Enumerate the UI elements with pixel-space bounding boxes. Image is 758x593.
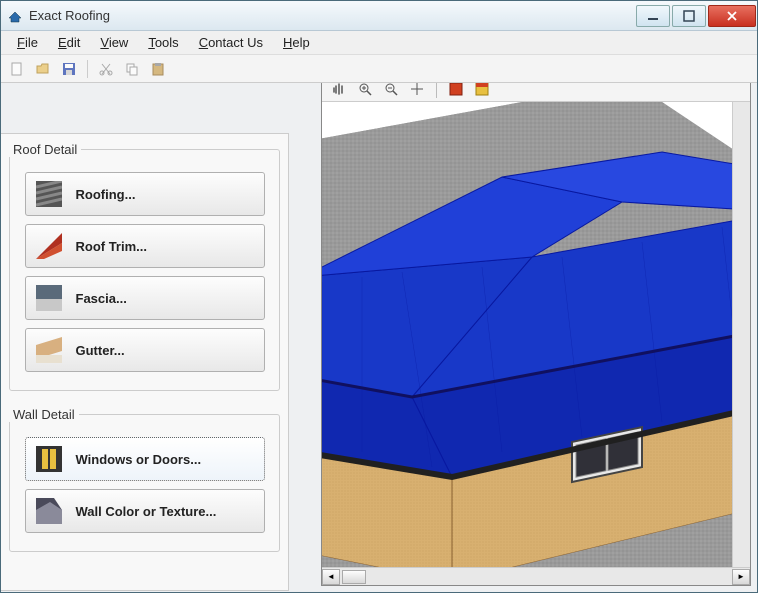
scrollbar-vertical[interactable] <box>732 102 750 567</box>
viewport-panel: ◄ ► <box>321 83 751 586</box>
gutter-label: Gutter... <box>76 343 125 358</box>
main-toolbar <box>1 55 757 83</box>
save-icon[interactable] <box>59 59 79 79</box>
roof-trim-icon <box>36 233 62 259</box>
roof-detail-legend: Roof Detail <box>9 142 81 157</box>
window-title: Exact Roofing <box>29 8 635 23</box>
gutter-icon <box>36 337 62 363</box>
pan-icon[interactable] <box>328 83 350 99</box>
menu-view[interactable]: View <box>92 33 136 52</box>
wall-color-label: Wall Color or Texture... <box>76 504 217 519</box>
copy-icon[interactable] <box>122 59 142 79</box>
view-mode-b-icon[interactable] <box>471 83 493 99</box>
open-icon[interactable] <box>33 59 53 79</box>
scroll-thumb[interactable] <box>342 570 366 584</box>
toolbar-separator <box>87 60 88 78</box>
close-button[interactable] <box>708 5 756 27</box>
maximize-button[interactable] <box>672 5 706 27</box>
fascia-button[interactable]: Fascia... <box>25 276 265 320</box>
app-window: Exact Roofing File Edit View Tools Conta… <box>0 0 758 593</box>
viewport-canvas[interactable] <box>322 102 750 567</box>
scroll-left-icon[interactable]: ◄ <box>322 569 340 585</box>
roof-trim-label: Roof Trim... <box>76 239 148 254</box>
menubar: File Edit View Tools Contact Us Help <box>1 31 757 55</box>
fascia-label: Fascia... <box>76 291 127 306</box>
wall-detail-group: Wall Detail Windows or Doors... Wall Col… <box>9 409 280 552</box>
house-3d-model <box>322 102 750 567</box>
zoom-in-icon[interactable] <box>354 83 376 99</box>
roof-trim-button[interactable]: Roof Trim... <box>25 224 265 268</box>
wall-detail-legend: Wall Detail <box>9 407 79 422</box>
windows-doors-button[interactable]: Windows or Doors... <box>25 437 265 481</box>
scroll-right-icon[interactable]: ► <box>732 569 750 585</box>
titlebar[interactable]: Exact Roofing <box>1 1 757 31</box>
windows-doors-label: Windows or Doors... <box>76 452 202 467</box>
windows-doors-icon <box>36 446 62 472</box>
roofing-label: Roofing... <box>76 187 136 202</box>
viewport-separator <box>436 83 437 98</box>
menu-tools[interactable]: Tools <box>140 33 186 52</box>
cut-icon[interactable] <box>96 59 116 79</box>
new-icon[interactable] <box>7 59 27 79</box>
menu-help[interactable]: Help <box>275 33 318 52</box>
side-panel: Roof Detail Roofing... Roof Trim... Fasc… <box>1 133 289 591</box>
roofing-icon <box>36 181 62 207</box>
scrollbar-horizontal[interactable]: ◄ ► <box>322 567 750 585</box>
crosshair-icon[interactable] <box>406 83 428 99</box>
wall-color-icon <box>36 498 62 524</box>
content-area: Roof Detail Roofing... Roof Trim... Fasc… <box>1 83 757 592</box>
fascia-icon <box>36 285 62 311</box>
gutter-button[interactable]: Gutter... <box>25 328 265 372</box>
zoom-out-icon[interactable] <box>380 83 402 99</box>
paste-icon[interactable] <box>148 59 168 79</box>
minimize-button[interactable] <box>636 5 670 27</box>
viewport-toolbar <box>322 83 750 102</box>
view-mode-a-icon[interactable] <box>445 83 467 99</box>
roof-detail-group: Roof Detail Roofing... Roof Trim... Fasc… <box>9 144 280 391</box>
menu-file[interactable]: File <box>9 33 46 52</box>
menu-edit[interactable]: Edit <box>50 33 88 52</box>
app-icon <box>7 8 23 24</box>
wall-color-button[interactable]: Wall Color or Texture... <box>25 489 265 533</box>
menu-contact[interactable]: Contact Us <box>191 33 271 52</box>
roofing-button[interactable]: Roofing... <box>25 172 265 216</box>
